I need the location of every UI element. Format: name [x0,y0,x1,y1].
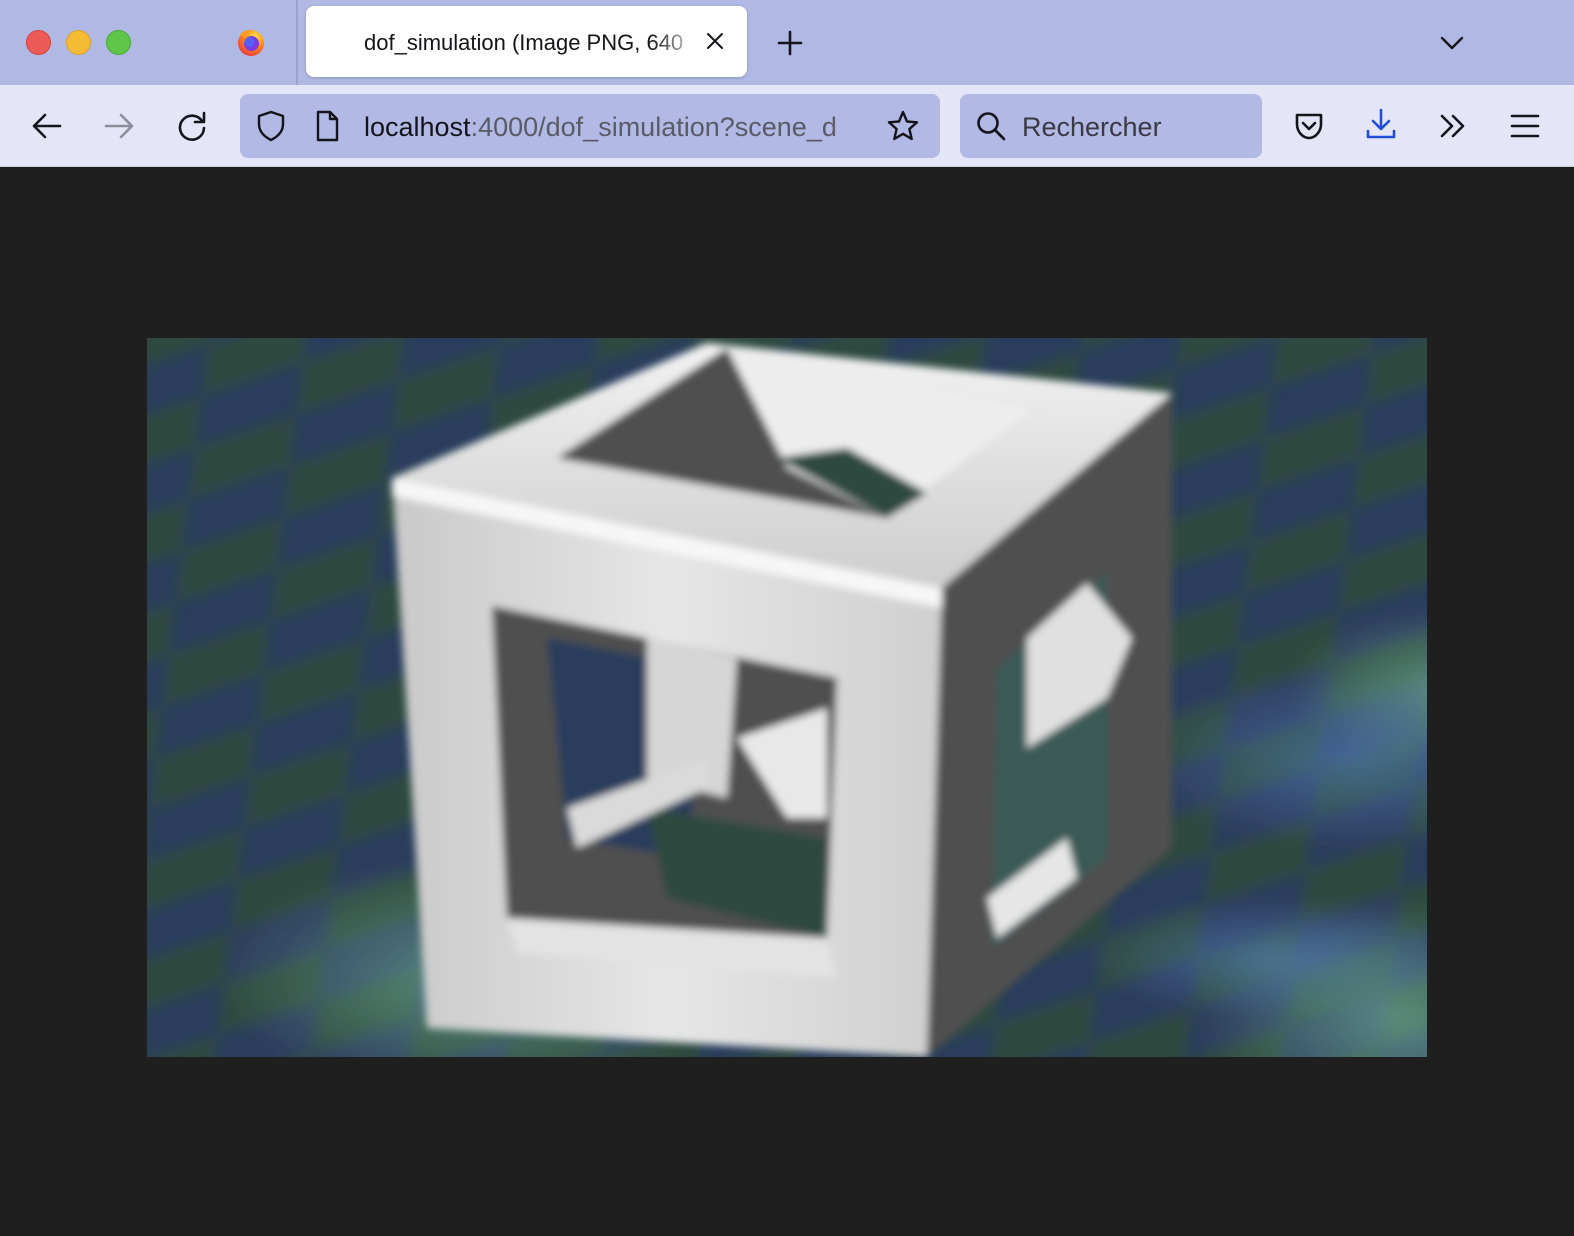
back-arrow-icon[interactable] [30,109,64,143]
tab-strip: dof_simulation (Image PNG, 640 [0,0,1574,85]
search-bar[interactable]: Rechercher [960,94,1262,158]
overflow-chevrons-icon[interactable] [1436,109,1470,143]
window-zoom-button[interactable] [106,30,131,55]
tab-active[interactable]: dof_simulation (Image PNG, 640 [306,6,747,77]
search-placeholder: Rechercher [1022,112,1162,142]
tab-title: dof_simulation (Image PNG, 640 [364,30,684,55]
reload-icon[interactable] [175,109,209,143]
dof-scene-image [147,338,1427,1057]
tab-separator [296,0,298,85]
url-host: localhost [364,112,471,142]
firefox-logo-icon[interactable] [236,27,266,57]
hamburger-menu-icon[interactable] [1508,109,1542,143]
image-viewer [0,167,1574,1236]
url-path: :4000/dof_simulation?scene_d [470,112,837,142]
shield-icon[interactable] [254,109,288,143]
pocket-icon[interactable] [1292,109,1326,143]
address-bar[interactable]: localhost:4000/dof_simulation?scene_d [240,94,940,158]
close-icon[interactable] [704,30,726,52]
download-icon[interactable] [1364,107,1398,141]
navigation-toolbar: localhost:4000/dof_simulation?scene_d Re… [0,85,1574,167]
chevron-down-icon[interactable] [1438,29,1466,57]
window-close-button[interactable] [26,30,51,55]
search-icon [977,112,1006,141]
url-text[interactable]: localhost:4000/dof_simulation?scene_d [364,94,874,158]
new-tab-plus-icon[interactable] [776,29,804,57]
rendered-image[interactable] [147,338,1427,1057]
window-minimize-button[interactable] [66,30,91,55]
page-document-icon[interactable] [310,109,344,143]
forward-arrow-icon[interactable] [102,109,136,143]
star-bookmark-icon[interactable] [886,109,920,143]
